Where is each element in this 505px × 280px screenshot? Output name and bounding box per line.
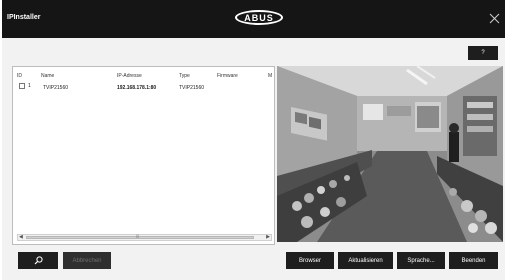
help-button[interactable]: ? xyxy=(468,46,498,60)
row-name: TVIP21560 xyxy=(43,85,69,91)
column-header-id[interactable]: ID xyxy=(17,73,22,79)
row-checkbox[interactable] xyxy=(19,83,25,89)
camera-preview xyxy=(277,66,503,242)
scrollbar-grip-icon: ||| xyxy=(136,233,140,238)
search-button[interactable] xyxy=(18,252,58,269)
column-header-name[interactable]: Name xyxy=(41,73,54,79)
app-title: IPInstaller xyxy=(7,14,41,21)
scrollbar-thumb[interactable] xyxy=(26,236,254,239)
browser-button[interactable]: Browser xyxy=(286,252,334,269)
refresh-button[interactable]: Aktualisieren xyxy=(338,252,393,269)
row-ip: 192.168.178.1:80 xyxy=(117,85,157,91)
horizontal-scrollbar[interactable]: ◀ ||| ▶ xyxy=(17,233,272,241)
abus-logo: ABUS xyxy=(235,10,283,25)
ipinstaller-window: IPInstaller ABUS ? ID Name IP-Adresse Ty… xyxy=(2,0,505,280)
column-header-ip[interactable]: IP-Adresse xyxy=(117,73,142,79)
language-button[interactable]: Sprache... xyxy=(397,252,445,269)
column-header-mac[interactable]: M xyxy=(268,73,272,79)
search-icon xyxy=(34,256,43,265)
scroll-left-icon[interactable]: ◀ xyxy=(19,234,23,240)
scroll-right-icon[interactable]: ▶ xyxy=(266,234,270,240)
close-icon[interactable] xyxy=(489,13,500,24)
exit-button[interactable]: Beenden xyxy=(449,252,498,269)
row-type: TVIP21560 xyxy=(179,85,205,91)
row-id: 1 xyxy=(28,83,31,89)
column-header-firmware[interactable]: Firmware xyxy=(217,73,238,79)
column-header-type[interactable]: Type xyxy=(179,73,190,79)
camera-preview-image xyxy=(277,66,503,242)
title-bar: IPInstaller ABUS xyxy=(2,0,505,38)
device-list-panel: ID Name IP-Adresse Type Firmware M 1 TVI… xyxy=(12,66,275,245)
cancel-button: Abbrechen xyxy=(63,252,111,269)
